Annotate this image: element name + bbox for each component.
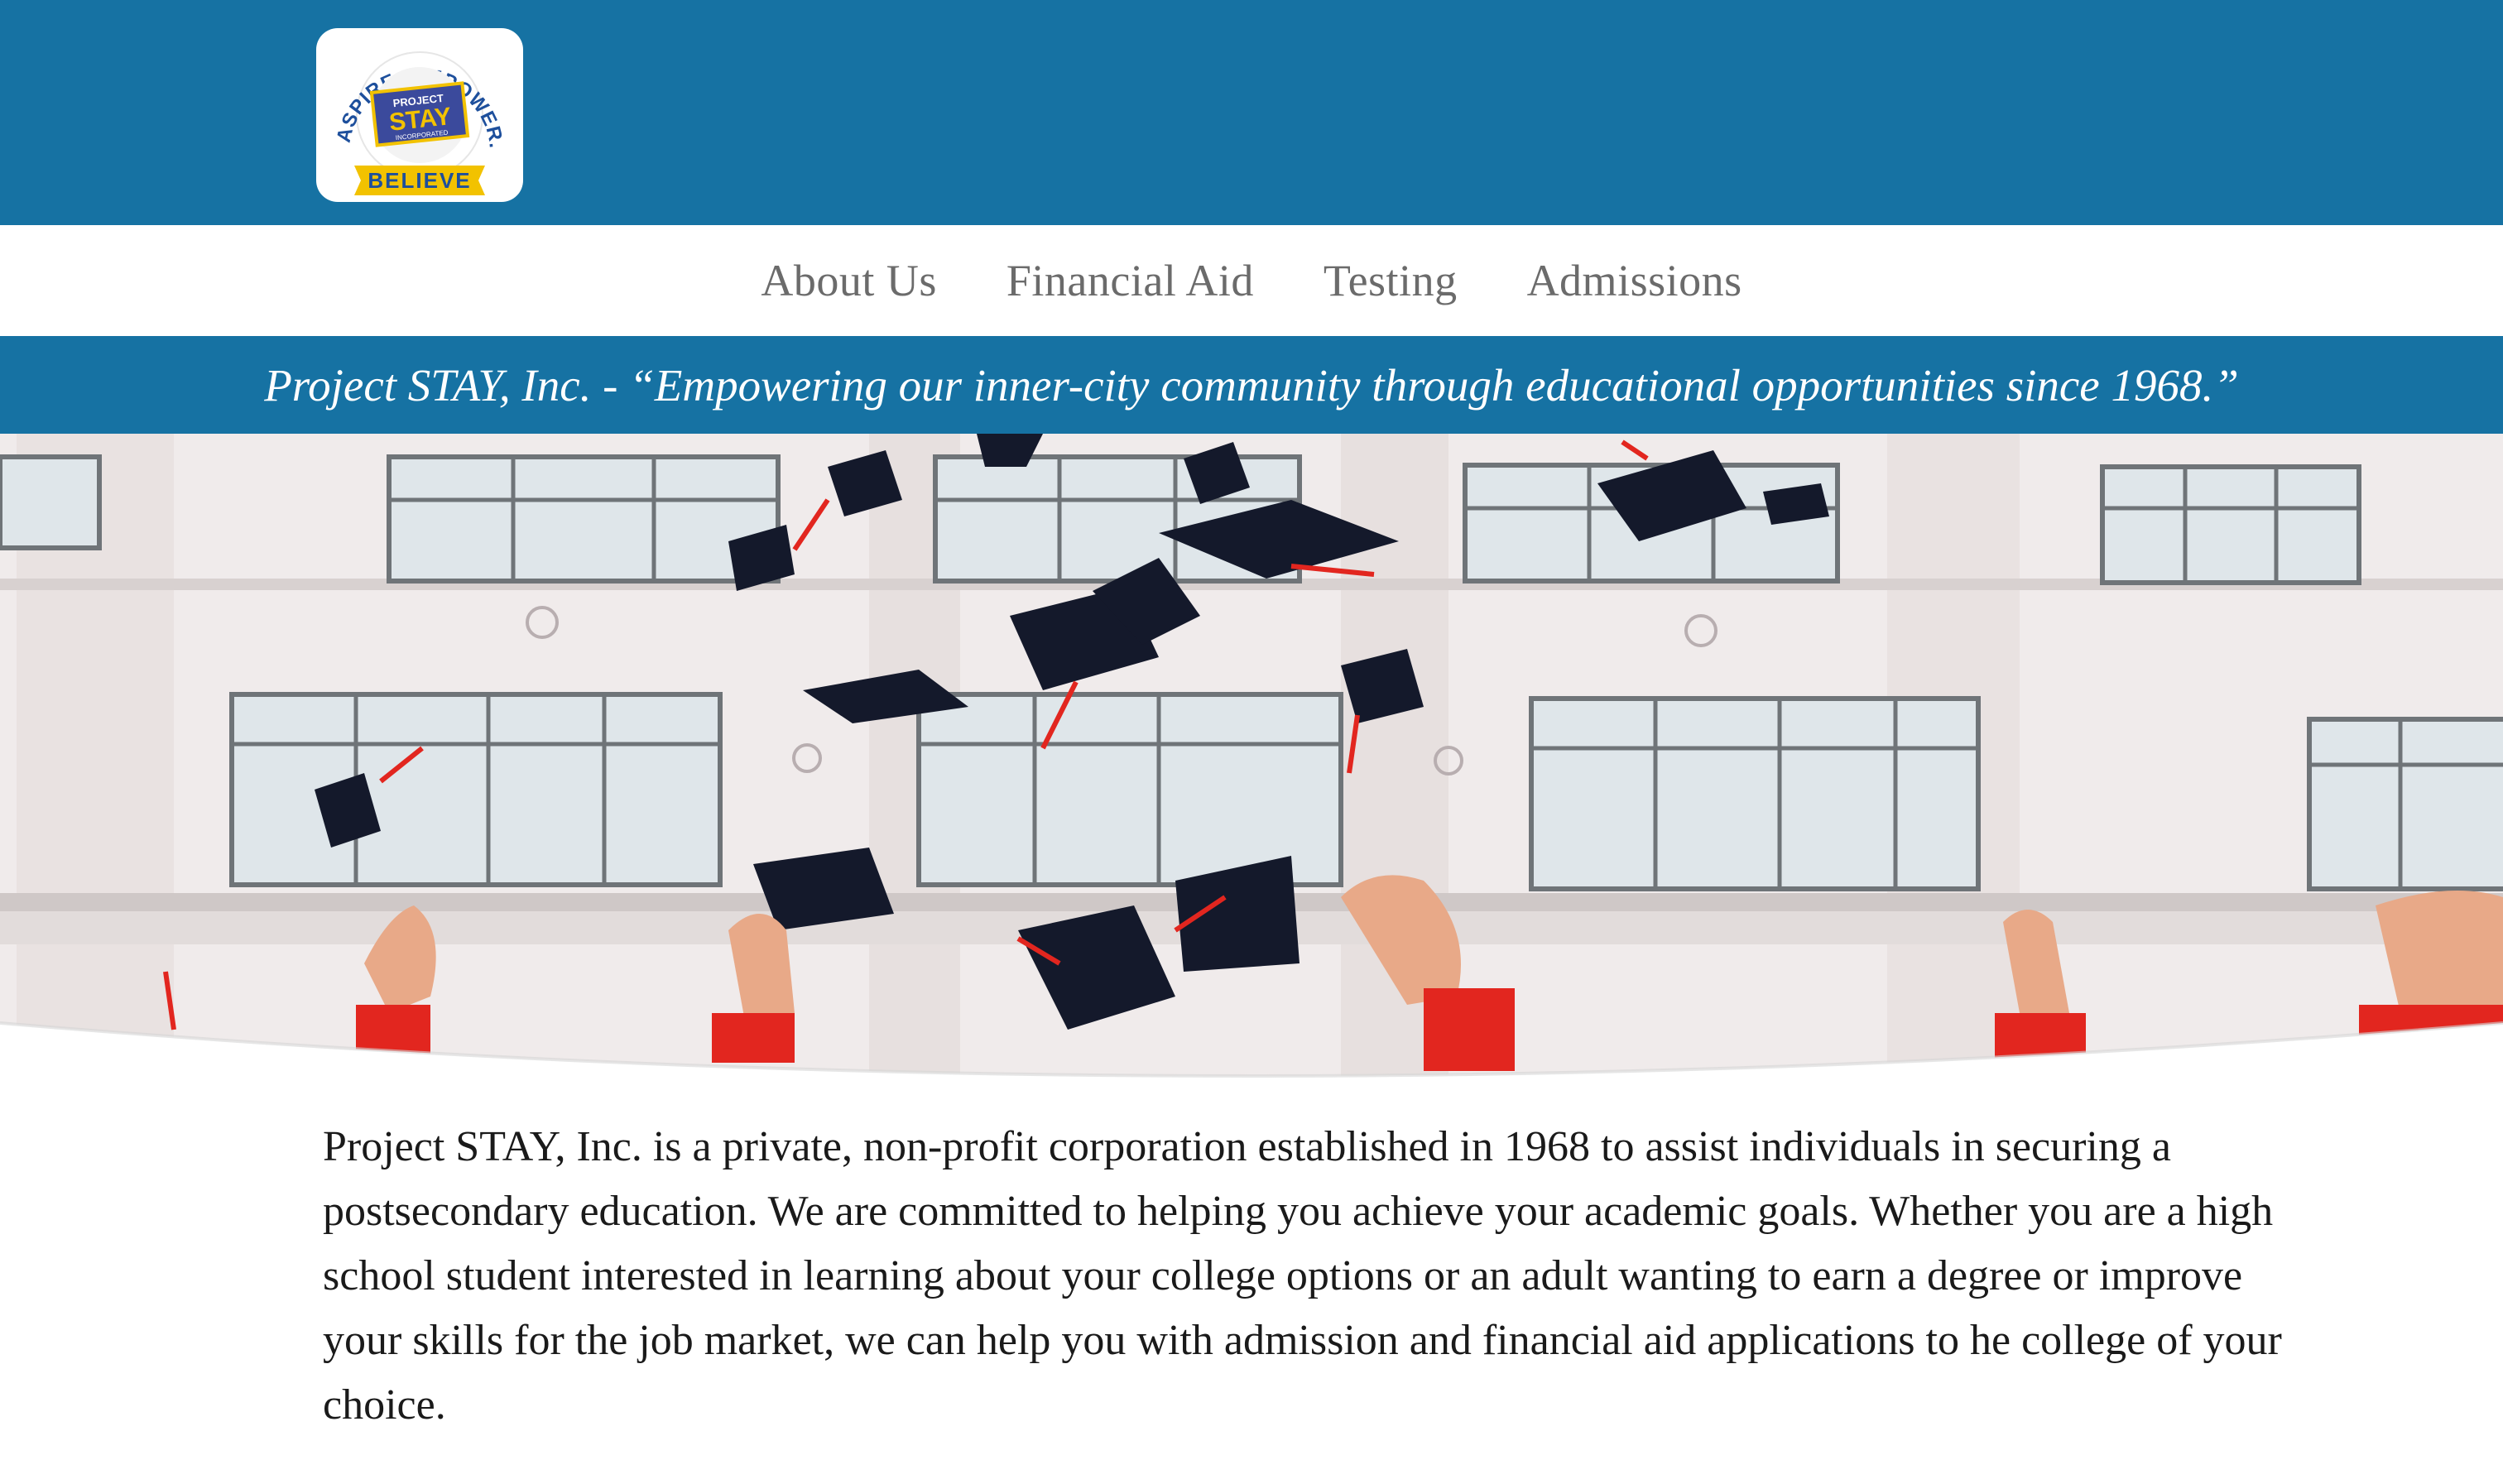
main-nav: About Us Financial Aid Testing Admission… <box>0 225 2503 336</box>
tagline-text: Project STAY, Inc. - “Empowering our inn… <box>264 359 2239 411</box>
project-stay-logo[interactable]: ASPIRE. EMPOWER. SUCCEED PROJECT STAY IN… <box>316 28 523 202</box>
site-header: ASPIRE. EMPOWER. SUCCEED PROJECT STAY IN… <box>0 0 2503 225</box>
intro-paragraph: Project STAY, Inc. is a private, non-pro… <box>323 1123 2282 1429</box>
hero-image <box>0 434 2503 1079</box>
nav-admissions[interactable]: Admissions <box>1527 255 1742 306</box>
nav-testing[interactable]: Testing <box>1324 255 1458 306</box>
nav-financial-aid[interactable]: Financial Aid <box>1006 255 1254 306</box>
tagline-bar: Project STAY, Inc. - “Empowering our inn… <box>0 336 2503 434</box>
page: ASPIRE. EMPOWER. SUCCEED PROJECT STAY IN… <box>0 0 2503 1484</box>
nav-about-us[interactable]: About Us <box>761 255 937 306</box>
logo-ribbon-text: BELIEVE <box>368 168 471 193</box>
